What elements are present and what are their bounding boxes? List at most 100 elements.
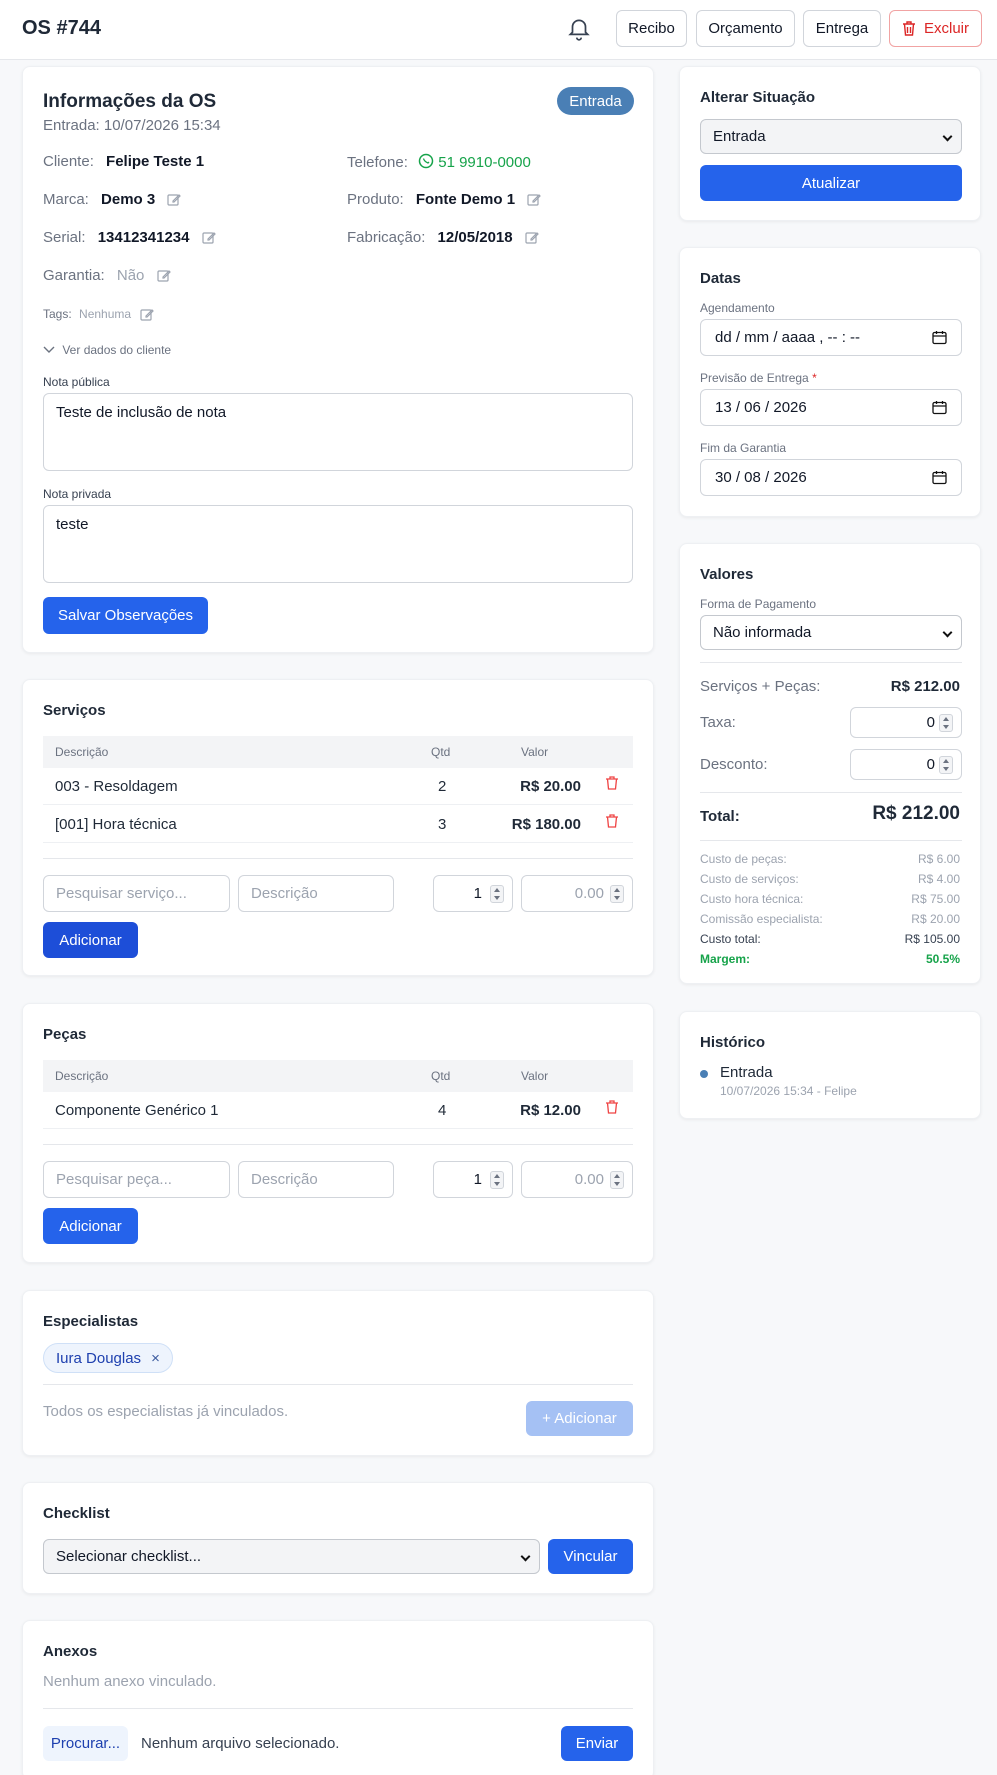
calendar-icon[interactable] bbox=[932, 400, 947, 415]
spinner-icon[interactable] bbox=[939, 714, 953, 732]
chip-remove-icon[interactable]: × bbox=[151, 1350, 160, 1367]
recibo-button[interactable]: Recibo bbox=[616, 10, 687, 47]
agendamento-label: Agendamento bbox=[700, 301, 775, 315]
calendar-icon[interactable] bbox=[932, 470, 947, 485]
no-file-label: Nenhum arquivo selecionado. bbox=[141, 1735, 340, 1752]
edit-produto-icon[interactable] bbox=[527, 193, 542, 207]
checklist-select-value: Selecionar checklist... bbox=[56, 1548, 202, 1565]
taxa-input[interactable]: 0 bbox=[850, 707, 962, 738]
checklist-select[interactable]: Selecionar checklist... bbox=[43, 1539, 540, 1574]
col-descricao: Descrição bbox=[55, 1069, 109, 1083]
total-value: R$ 212.00 bbox=[872, 803, 960, 824]
info-title: Informações da OS bbox=[43, 91, 217, 112]
edit-fabricacao-icon[interactable] bbox=[525, 231, 539, 245]
bell-icon[interactable] bbox=[566, 16, 592, 42]
especialistas-card: Especialistas Iura Douglas × Todos os es… bbox=[22, 1290, 654, 1456]
total-label: Total: bbox=[700, 808, 740, 825]
trash-icon[interactable] bbox=[605, 814, 619, 828]
agendamento-input[interactable]: dd / mm / aaaa , -- : -- bbox=[700, 319, 962, 356]
historico-title: Histórico bbox=[700, 1034, 766, 1051]
edit-serial-icon[interactable] bbox=[202, 231, 216, 245]
cost-label: Custo hora técnica: bbox=[700, 892, 804, 906]
row-descricao: Componente Genérico 1 bbox=[55, 1102, 219, 1119]
cliente-value[interactable]: Felipe Teste 1 bbox=[106, 153, 204, 170]
servicos-card: Serviços Descrição Qtd Valor 003 - Resol… bbox=[22, 679, 654, 976]
edit-tags-icon[interactable] bbox=[140, 308, 155, 322]
fim-garantia-value: 30 / 08 / 2026 bbox=[715, 469, 807, 486]
spinner-icon[interactable] bbox=[610, 1171, 624, 1189]
add-peca-button[interactable]: Adicionar bbox=[43, 1208, 138, 1244]
tags-row: Tags: Nenhuma bbox=[43, 307, 155, 322]
trash-icon bbox=[902, 21, 915, 36]
marca-row: Marca: Demo 3 bbox=[43, 191, 182, 208]
price-placeholder: 0.00 bbox=[574, 1171, 604, 1188]
servico-price-input[interactable]: 0.00 bbox=[521, 875, 633, 912]
peca-qty-stepper[interactable]: 1 bbox=[433, 1161, 513, 1198]
servicos-table-header: Descrição Qtd Valor bbox=[43, 736, 633, 768]
col-qtd: Qtd bbox=[431, 1069, 451, 1083]
checklist-card: Checklist Selecionar checklist... Vincul… bbox=[22, 1482, 654, 1594]
row-descricao: [001] Hora técnica bbox=[55, 816, 177, 833]
add-servico-button[interactable]: Adicionar bbox=[43, 922, 138, 958]
forma-pagamento-select[interactable]: Não informada bbox=[700, 615, 962, 650]
especialistas-title: Especialistas bbox=[43, 1313, 139, 1330]
ver-dados-toggle[interactable]: Ver dados do cliente bbox=[43, 343, 171, 357]
spinner-icon[interactable] bbox=[939, 756, 953, 774]
checklist-title: Checklist bbox=[43, 1505, 110, 1522]
garantia-value: Não bbox=[116, 267, 145, 284]
previsao-label: Previsão de Entrega bbox=[700, 371, 809, 385]
add-especialista-button[interactable]: + Adicionar bbox=[526, 1401, 633, 1436]
serial-label: Serial: bbox=[43, 229, 86, 246]
peca-search-input[interactable]: Pesquisar peça... bbox=[43, 1161, 230, 1198]
servico-qty-stepper[interactable]: 1 bbox=[433, 875, 513, 912]
status-badge: Entrada bbox=[557, 87, 634, 115]
desconto-input[interactable]: 0 bbox=[850, 749, 962, 780]
row-valor: R$ 180.00 bbox=[511, 816, 581, 833]
nota-privada-textarea[interactable]: teste bbox=[43, 505, 633, 583]
salvar-observacoes-button[interactable]: Salvar Observações bbox=[43, 597, 208, 634]
cost-value: R$ 75.00 bbox=[911, 892, 960, 906]
orcamento-button[interactable]: Orçamento bbox=[696, 10, 795, 47]
tags-label: Tags: bbox=[43, 307, 72, 321]
trash-icon[interactable] bbox=[605, 776, 619, 790]
servico-descricao-input[interactable]: Descrição bbox=[238, 875, 394, 912]
atualizar-button[interactable]: Atualizar bbox=[700, 165, 962, 201]
nota-privada-label: Nota privada bbox=[43, 487, 112, 501]
historico-card: Histórico Entrada 10/07/2026 15:34 - Fel… bbox=[679, 1011, 981, 1119]
situacao-select[interactable]: Entrada bbox=[700, 119, 962, 154]
divider bbox=[43, 1144, 633, 1145]
peca-price-input[interactable]: 0.00 bbox=[521, 1161, 633, 1198]
servicos-pecas-label: Serviços + Peças: bbox=[700, 678, 821, 695]
table-row: [001] Hora técnica 3 R$ 180.00 bbox=[43, 806, 633, 843]
previsao-label-row: Previsão de Entrega * bbox=[700, 371, 817, 385]
nota-publica-textarea[interactable]: Teste de inclusão de nota bbox=[43, 393, 633, 471]
serial-row: Serial: 13412341234 bbox=[43, 229, 216, 246]
table-row: Componente Genérico 1 4 R$ 12.00 bbox=[43, 1092, 633, 1129]
trash-icon[interactable] bbox=[605, 1100, 619, 1114]
marca-value: Demo 3 bbox=[101, 191, 156, 208]
peca-descricao-input[interactable]: Descrição bbox=[238, 1161, 394, 1198]
edit-garantia-icon[interactable] bbox=[156, 269, 171, 283]
vincular-button[interactable]: Vincular bbox=[548, 1539, 633, 1574]
required-mark: * bbox=[812, 371, 817, 385]
edit-marca-icon[interactable] bbox=[167, 193, 182, 207]
margem-row: Margem: 50.5% bbox=[700, 952, 960, 966]
spinner-icon[interactable] bbox=[490, 885, 504, 903]
fim-garantia-label: Fim da Garantia bbox=[700, 441, 787, 455]
spinner-icon[interactable] bbox=[610, 885, 624, 903]
cost-value: R$ 105.00 bbox=[904, 932, 960, 946]
previsao-input[interactable]: 13 / 06 / 2026 bbox=[700, 389, 962, 426]
calendar-icon[interactable] bbox=[932, 330, 947, 345]
telefone-link[interactable]: 51 9910-0000 bbox=[438, 154, 531, 171]
excluir-button[interactable]: Excluir bbox=[889, 10, 982, 47]
spinner-icon[interactable] bbox=[490, 1171, 504, 1189]
procurar-button[interactable]: Procurar... bbox=[43, 1726, 128, 1761]
col-valor: Valor bbox=[521, 745, 549, 759]
valores-title: Valores bbox=[700, 566, 754, 583]
entrega-button[interactable]: Entrega bbox=[803, 10, 881, 47]
fim-garantia-input[interactable]: 30 / 08 / 2026 bbox=[700, 459, 962, 496]
fabricacao-value: 12/05/2018 bbox=[437, 229, 513, 246]
enviar-button[interactable]: Enviar bbox=[561, 1726, 633, 1761]
excluir-label: Excluir bbox=[923, 20, 969, 37]
servico-search-input[interactable]: Pesquisar serviço... bbox=[43, 875, 230, 912]
